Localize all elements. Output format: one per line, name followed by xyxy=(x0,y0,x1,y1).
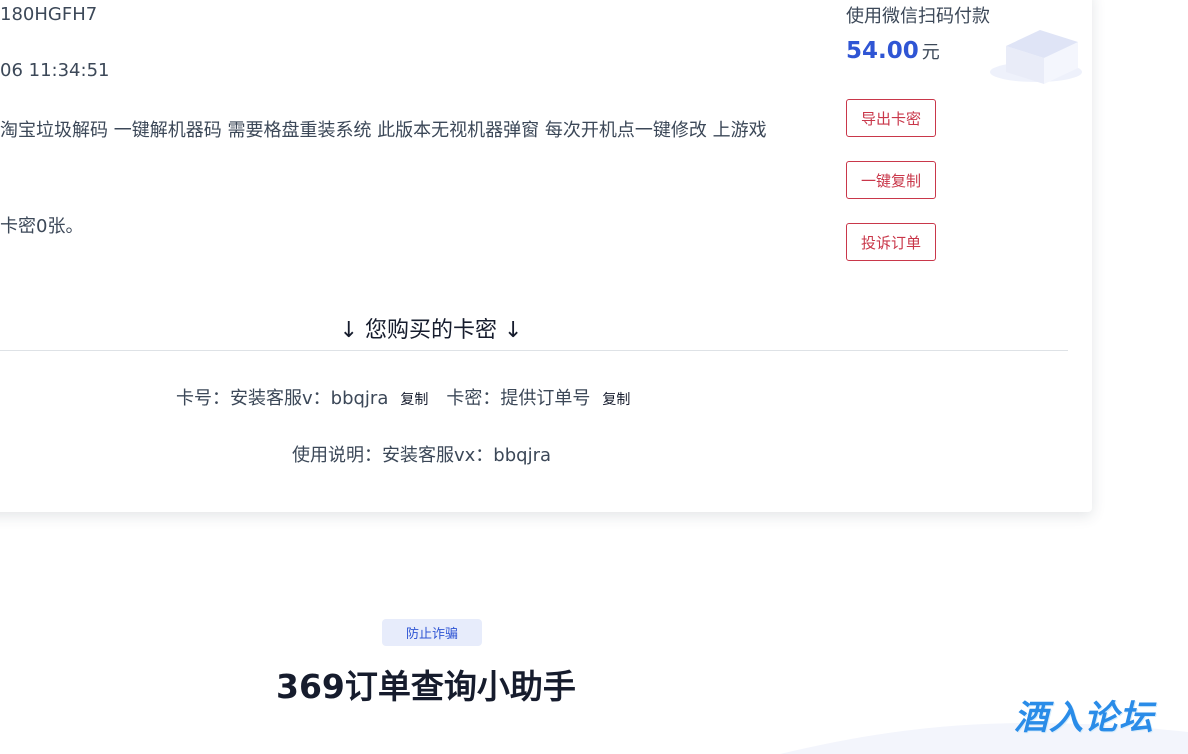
order-time: 06 11:34:51 xyxy=(0,60,110,81)
page: 180HGFH7 06 11:34:51 淘宝垃圾解码 一键解机器码 需要格盘重… xyxy=(0,0,1188,754)
stock-note: 卡密0张。 xyxy=(0,216,84,237)
copy-card-secret-button[interactable]: 复制 xyxy=(602,389,630,409)
order-card-body: 180HGFH7 06 11:34:51 淘宝垃圾解码 一键解机器码 需要格盘重… xyxy=(0,0,1092,512)
card-number-value: 安装客服v：bbqjra xyxy=(230,388,389,409)
order-card: 180HGFH7 06 11:34:51 淘宝垃圾解码 一键解机器码 需要格盘重… xyxy=(0,0,1092,512)
copy-all-button[interactable]: 一键复制 xyxy=(846,161,936,199)
decorative-box-icon xyxy=(990,30,1082,84)
amount-value: 54.00 xyxy=(846,38,919,64)
anti-fraud-badge: 防止诈骗 xyxy=(382,619,482,646)
copy-card-number-button[interactable]: 复制 xyxy=(400,389,428,409)
usage-label: 使用说明： xyxy=(292,445,382,466)
payment-method: 使用微信扫码付款 xyxy=(846,6,990,27)
card-number-label: 卡号： xyxy=(176,388,230,409)
forum-watermark: 酒入论坛 xyxy=(1014,698,1154,738)
card-secret-label: 卡密： xyxy=(446,388,501,409)
goods-description: 淘宝垃圾解码 一键解机器码 需要格盘重装系统 此版本无视机器弹窗 每次开机点一键… xyxy=(0,120,767,141)
card-row: 卡号： 安装客服v：bbqjra 复制 卡密： 提供订单号 复制 xyxy=(176,384,648,410)
purchased-cards-heading: ↓ 您购买的卡密 ↓ xyxy=(339,318,523,343)
payment-amount: 54.00 元 xyxy=(846,38,940,64)
amount-unit: 元 xyxy=(921,42,940,63)
divider xyxy=(0,350,1068,351)
helper-title: 369订单查询小助手 xyxy=(276,667,576,706)
complain-order-button[interactable]: 投诉订单 xyxy=(846,223,936,261)
usage-value: 安装客服vx：bbqjra xyxy=(382,445,552,466)
card-secret-value: 提供订单号 xyxy=(500,388,591,409)
export-cards-button[interactable]: 导出卡密 xyxy=(846,99,936,137)
order-number: 180HGFH7 xyxy=(0,4,98,25)
usage-instructions: 使用说明：安装客服vx：bbqjra xyxy=(292,441,551,467)
